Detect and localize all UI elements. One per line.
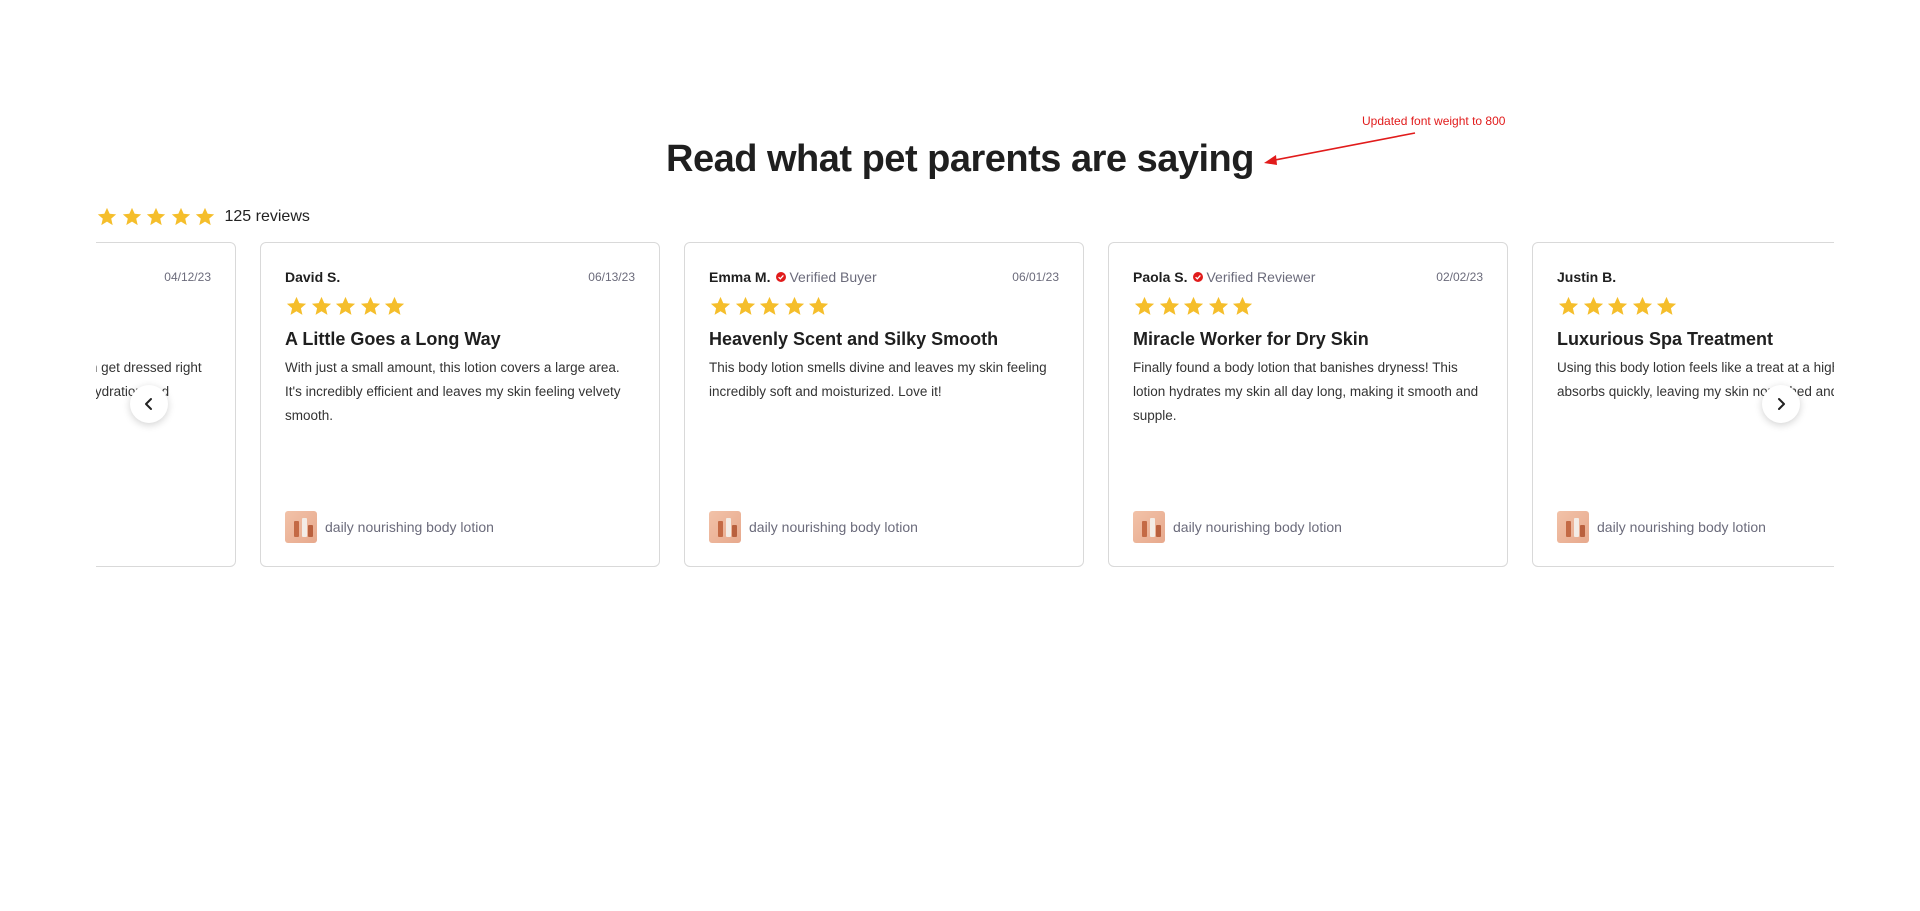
reviews-count: 125 reviews [224, 208, 310, 225]
review-product[interactable]: daily nourishing body lotion [285, 511, 494, 543]
summary-stars [96, 206, 219, 228]
annotation-note: Updated font weight to 800 [1362, 114, 1506, 128]
review-body: Finally found a body lotion that banishe… [1133, 360, 1479, 423]
product-name[interactable]: daily nourishing body lotion [325, 519, 494, 535]
review-card: Paola S. Verified Reviewer 02/02/23 Miracle… [1108, 242, 1508, 567]
review-product[interactable]: daily nourishing body lotion [1557, 511, 1766, 543]
star-icon [784, 296, 804, 315]
reviews-carousel: 04/12/23Absorbs Like MagicThis lotion ab… [96, 242, 1834, 572]
review-title: A Little Goes a Long Way [285, 329, 501, 349]
product-name[interactable]: daily nourishing body lotion [749, 519, 918, 535]
review-author: David S. [285, 269, 341, 285]
badge-label: Verified Buyer [789, 269, 877, 285]
verified-badge: Verified Buyer [776, 269, 877, 285]
review-stars [709, 295, 1059, 321]
star-icon [759, 296, 780, 315]
verified-check-icon [776, 272, 787, 282]
star-icon [360, 296, 380, 315]
review-title: Miracle Worker for Dry Skin [1133, 329, 1369, 349]
star-icon [1208, 296, 1228, 315]
review-card: David S. 06/13/23 A Little Goes a Long Way… [260, 242, 660, 567]
review-date: 04/12/23 [164, 270, 211, 284]
review-stars [96, 295, 211, 321]
review-product[interactable]: daily nourishing body lotion [709, 511, 918, 543]
star-icon [1656, 296, 1677, 315]
review-author: Emma M. [709, 269, 771, 285]
star-icon [1134, 296, 1155, 315]
star-icon [171, 207, 190, 226]
star-icon [1632, 296, 1652, 315]
product-thumbnail[interactable] [1133, 511, 1165, 543]
chevron-right-icon [1778, 398, 1785, 410]
review-stars [285, 295, 635, 321]
star-icon [195, 207, 215, 226]
carousel-prev-button[interactable] [130, 385, 168, 423]
star-icon [311, 296, 331, 315]
product-name[interactable]: daily nourishing body lotion [1597, 519, 1766, 535]
verified-badge: Verified Reviewer [1193, 269, 1315, 285]
review-author: Justin B. [1557, 269, 1617, 285]
review-stars [1133, 295, 1483, 321]
review-date: 06/13/23 [588, 270, 635, 284]
review-date: 02/02/23 [1436, 270, 1483, 284]
page-title: Read what pet parents are saying [666, 138, 1254, 180]
rating-summary: 125 reviews [96, 206, 310, 228]
star-icon [710, 296, 731, 315]
star-icon [335, 296, 356, 315]
star-icon [1583, 296, 1603, 315]
star-icon [97, 207, 117, 226]
product-name[interactable]: daily nourishing body lotion [1173, 519, 1342, 535]
star-icon [122, 207, 141, 226]
verified-check-icon [1193, 272, 1204, 282]
star-icon [735, 296, 755, 315]
star-icon [1607, 296, 1628, 315]
review-body: This body lotion smells divine and leave… [709, 360, 1047, 399]
carousel-next-button[interactable] [1762, 385, 1800, 423]
review-title: Heavenly Scent and Silky Smooth [709, 329, 999, 349]
review-product[interactable]: daily nourishing body lotion [1133, 511, 1342, 543]
star-icon [1183, 296, 1204, 315]
review-title: Luxurious Spa Treatment [1557, 329, 1774, 349]
product-thumbnail[interactable] [285, 511, 317, 543]
star-icon [146, 207, 166, 226]
star-icon [286, 296, 307, 315]
review-stars [1557, 295, 1834, 321]
badge-label: Verified Reviewer [1206, 269, 1316, 285]
star-icon [1159, 296, 1179, 315]
product-thumbnail[interactable] [1557, 511, 1589, 543]
review-author: Paola S. [1133, 269, 1188, 285]
review-date: 06/01/23 [1012, 270, 1059, 284]
star-icon [1558, 296, 1579, 315]
review-title: Absorbs Like Magic [96, 329, 211, 350]
chevron-left-icon [145, 398, 152, 410]
review-card: Emma M. Verified Buyer 06/01/23 Heavenly Sc… [684, 242, 1084, 567]
star-icon [808, 296, 829, 315]
star-icon [384, 296, 405, 315]
star-icon [1232, 296, 1253, 315]
product-thumbnail[interactable] [709, 511, 741, 543]
review-body: With just a small amount, this lotion co… [285, 360, 621, 423]
